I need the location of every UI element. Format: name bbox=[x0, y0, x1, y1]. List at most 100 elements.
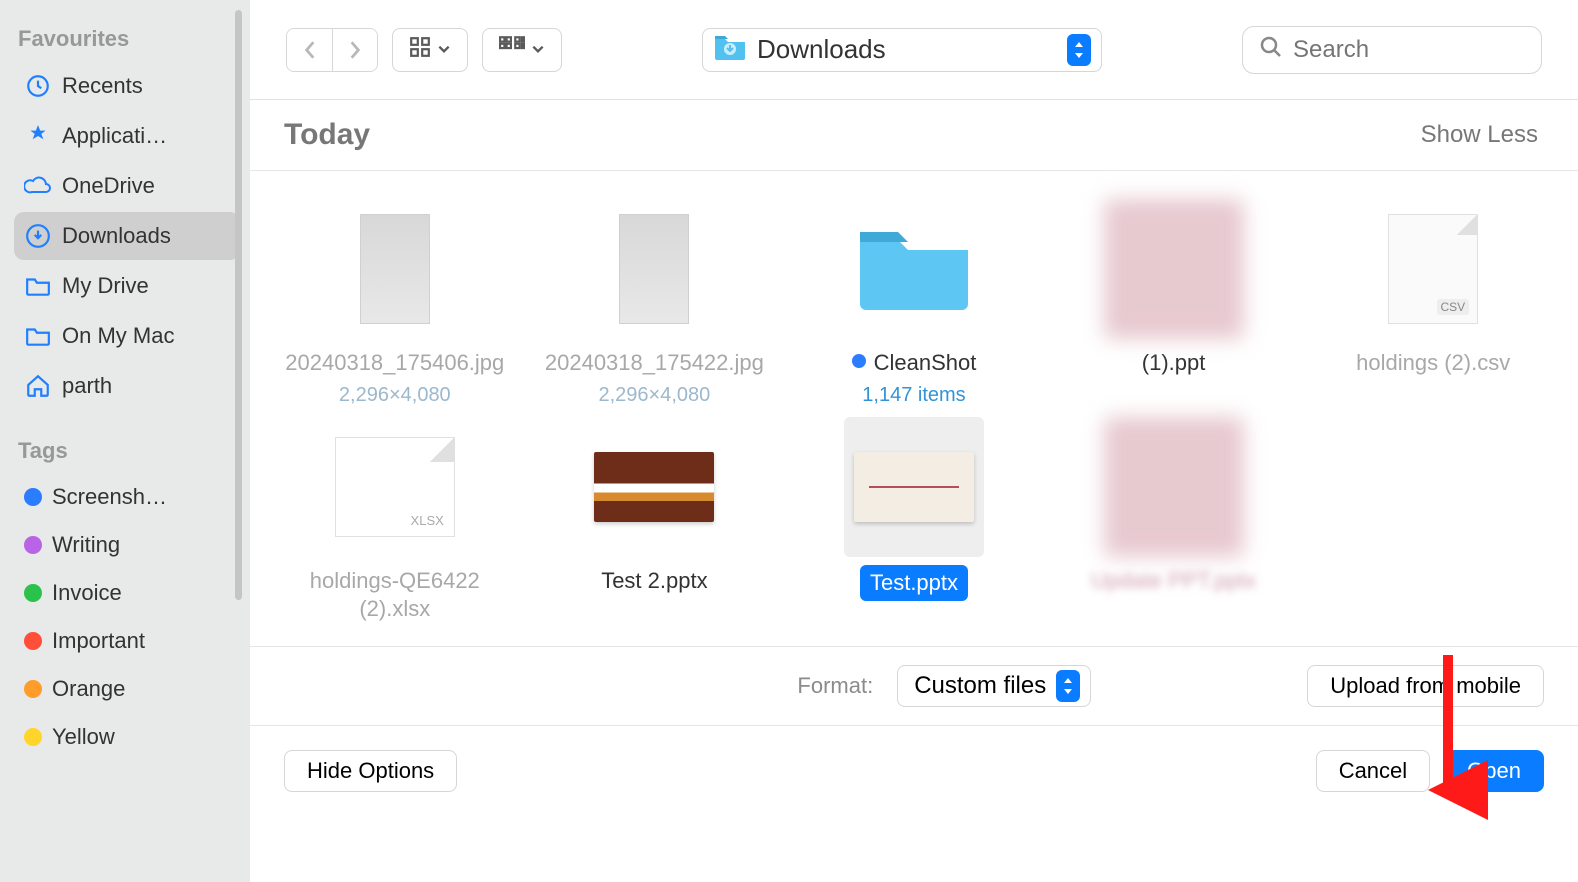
apps-icon bbox=[24, 122, 52, 150]
blurred-thumbnail-icon bbox=[1104, 199, 1244, 339]
tag-invoice[interactable]: Invoice bbox=[14, 570, 240, 616]
ppt-thumbnail-icon bbox=[844, 417, 984, 557]
sidebar-item-applications[interactable]: Applicati… bbox=[14, 112, 240, 160]
format-value: Custom files bbox=[914, 672, 1046, 700]
open-button[interactable]: Open bbox=[1444, 750, 1544, 792]
location-dropdown[interactable]: Downloads bbox=[702, 28, 1102, 72]
tag-dot-icon bbox=[24, 632, 42, 650]
file-meta: 2,296×4,080 bbox=[599, 384, 711, 407]
home-icon bbox=[24, 372, 52, 400]
download-icon bbox=[24, 222, 52, 250]
sidebar-item-onedrive[interactable]: OneDrive bbox=[14, 162, 240, 210]
file-item[interactable]: 20240318_175406.jpg 2,296×4,080 bbox=[270, 199, 520, 407]
files-grid: 20240318_175406.jpg 2,296×4,080 20240318… bbox=[250, 171, 1578, 646]
blurred-thumbnail-icon bbox=[1104, 417, 1244, 557]
sidebar-heading-tags: Tags bbox=[14, 438, 240, 464]
sidebar-item-downloads[interactable]: Downloads bbox=[14, 212, 240, 260]
file-item[interactable]: holdings (2).csv bbox=[1308, 199, 1558, 407]
search-input[interactable] bbox=[1293, 36, 1525, 64]
cloud-icon bbox=[24, 172, 52, 200]
file-item-selected[interactable]: Test.pptx bbox=[789, 417, 1039, 626]
tag-screenshots[interactable]: Screensh… bbox=[14, 474, 240, 520]
tag-yellow[interactable]: Yellow bbox=[14, 714, 240, 760]
file-meta: 1,147 items bbox=[862, 384, 965, 407]
cancel-button[interactable]: Cancel bbox=[1316, 750, 1430, 792]
tag-orange[interactable]: Orange bbox=[14, 666, 240, 712]
sidebar: Favourites Recents Applicati… OneDrive D… bbox=[0, 0, 250, 882]
file-item[interactable]: 20240318_175422.jpg 2,296×4,080 bbox=[530, 199, 780, 407]
format-dropdown[interactable]: Custom files bbox=[897, 665, 1091, 707]
section-header: Today Show Less bbox=[250, 100, 1578, 171]
file-name: (1).ppt bbox=[1134, 347, 1214, 380]
folder-thumbnail-icon bbox=[844, 199, 984, 339]
nav-history-group bbox=[286, 28, 378, 72]
sidebar-item-home[interactable]: parth bbox=[14, 362, 240, 410]
action-bar: Hide Options Cancel Open bbox=[250, 725, 1578, 816]
sidebar-item-label: On My Mac bbox=[62, 323, 174, 349]
image-thumbnail-icon bbox=[325, 199, 465, 339]
file-name: holdings-QE6422 (2).xlsx bbox=[270, 565, 520, 626]
file-item[interactable]: Update PPT.pptx bbox=[1049, 417, 1299, 626]
file-name: holdings (2).csv bbox=[1348, 347, 1518, 380]
tag-important[interactable]: Important bbox=[14, 618, 240, 664]
location-label: Downloads bbox=[757, 34, 886, 65]
tag-dot-icon bbox=[24, 584, 42, 602]
sidebar-item-label: Recents bbox=[62, 73, 143, 99]
file-meta: 2,296×4,080 bbox=[339, 384, 451, 407]
show-less-button[interactable]: Show Less bbox=[1421, 121, 1538, 149]
hide-options-button[interactable]: Hide Options bbox=[284, 750, 457, 792]
file-name: CleanShot bbox=[844, 347, 985, 380]
sidebar-heading-favourites: Favourites bbox=[14, 26, 240, 52]
file-name: Test 2.pptx bbox=[593, 565, 715, 598]
sidebar-item-recents[interactable]: Recents bbox=[14, 62, 240, 110]
file-item[interactable]: (1).ppt bbox=[1049, 199, 1299, 407]
sidebar-item-onmymac[interactable]: On My Mac bbox=[14, 312, 240, 360]
search-icon bbox=[1259, 35, 1283, 64]
search-field[interactable] bbox=[1242, 26, 1542, 74]
sidebar-item-label: My Drive bbox=[62, 273, 149, 299]
sidebar-item-label: Applicati… bbox=[62, 123, 167, 149]
sidebar-item-label: parth bbox=[62, 373, 112, 399]
downloads-folder-icon bbox=[713, 33, 747, 66]
upload-from-mobile-button[interactable]: Upload from mobile bbox=[1307, 665, 1544, 707]
format-label: Format: bbox=[797, 673, 873, 699]
file-name: 20240318_175406.jpg bbox=[277, 347, 512, 380]
grouped-grid-icon bbox=[499, 36, 525, 63]
folder-icon bbox=[24, 272, 52, 300]
file-item[interactable]: CleanShot 1,147 items bbox=[789, 199, 1039, 407]
forward-button[interactable] bbox=[332, 29, 377, 71]
tag-dot-icon bbox=[852, 354, 866, 368]
xlsx-thumbnail-icon bbox=[325, 417, 465, 557]
format-bar: Format: Custom files Upload from mobile bbox=[250, 646, 1578, 725]
updown-stepper-icon bbox=[1067, 34, 1091, 66]
tag-label: Orange bbox=[52, 676, 125, 702]
section-heading: Today bbox=[284, 118, 370, 152]
file-name: Test.pptx bbox=[860, 565, 968, 602]
clock-icon bbox=[24, 72, 52, 100]
tag-label: Invoice bbox=[52, 580, 122, 606]
grid-icon bbox=[409, 36, 431, 63]
tag-dot-icon bbox=[24, 536, 42, 554]
csv-thumbnail-icon bbox=[1363, 199, 1503, 339]
tag-label: Important bbox=[52, 628, 145, 654]
sidebar-item-mydrive[interactable]: My Drive bbox=[14, 262, 240, 310]
tag-dot-icon bbox=[24, 488, 42, 506]
folder-icon bbox=[24, 322, 52, 350]
tag-writing[interactable]: Writing bbox=[14, 522, 240, 568]
chevron-down-icon bbox=[531, 41, 545, 59]
view-icons-button[interactable] bbox=[392, 28, 468, 72]
tag-label: Writing bbox=[52, 532, 120, 558]
back-button[interactable] bbox=[287, 29, 332, 71]
main-panel: Downloads Today Show Less 20240318_17540… bbox=[250, 0, 1578, 882]
image-thumbnail-icon bbox=[584, 199, 724, 339]
file-item[interactable]: Test 2.pptx bbox=[530, 417, 780, 626]
tag-label: Screensh… bbox=[52, 484, 167, 510]
updown-stepper-icon bbox=[1056, 670, 1080, 702]
file-item[interactable]: holdings-QE6422 (2).xlsx bbox=[270, 417, 520, 626]
file-name: Update PPT.pptx bbox=[1083, 565, 1264, 598]
view-groupby-button[interactable] bbox=[482, 28, 562, 72]
toolbar: Downloads bbox=[250, 0, 1578, 100]
chevron-down-icon bbox=[437, 41, 451, 59]
sidebar-item-label: Downloads bbox=[62, 223, 171, 249]
tag-dot-icon bbox=[24, 680, 42, 698]
